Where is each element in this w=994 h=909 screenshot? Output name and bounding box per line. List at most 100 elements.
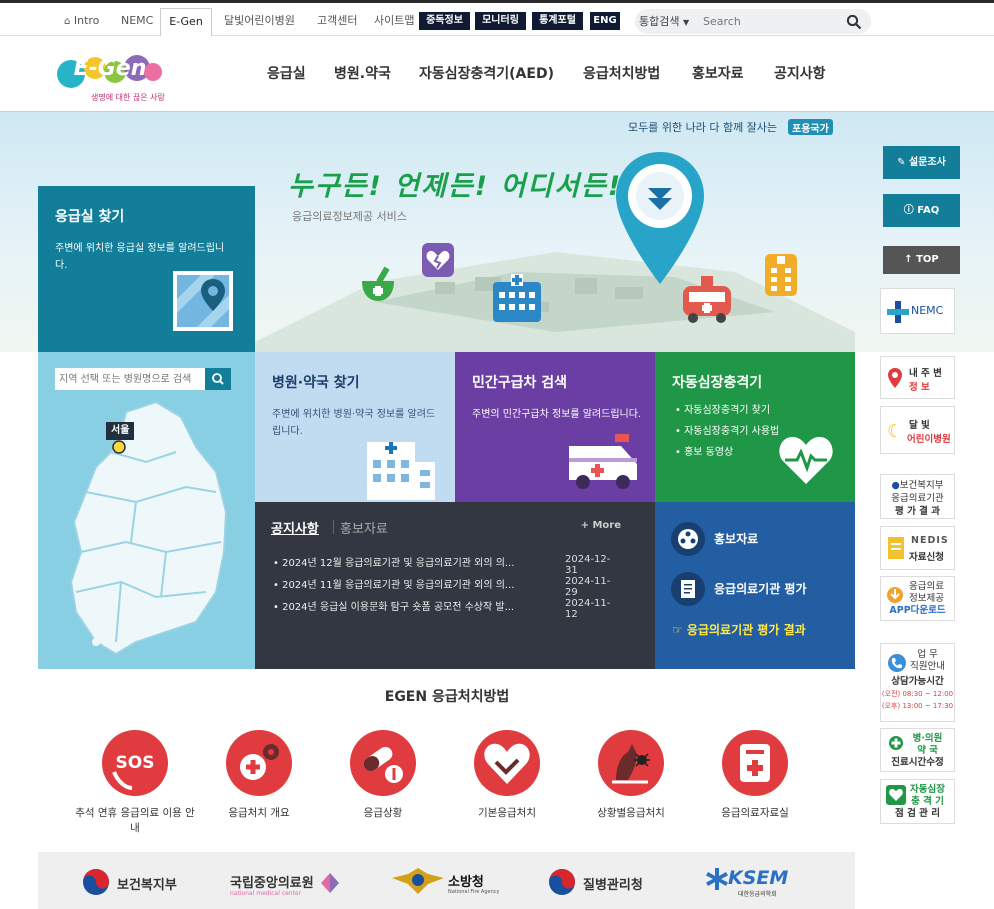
svg-text:SOS: SOS — [116, 753, 155, 773]
monitoring-button[interactable]: 모니터링 — [475, 12, 526, 30]
pharmacy-mortar-icon — [362, 266, 394, 301]
medical-cross-icon — [889, 736, 903, 750]
search-icon[interactable] — [846, 14, 862, 30]
tab-promotion[interactable]: 홍보자료 — [340, 518, 388, 537]
slogan-text: 모두를 위한 나라 다 함께 잘사는 — [628, 121, 778, 134]
slogan-badge: 포용국가 — [788, 119, 833, 135]
egen-logo[interactable]: E-Gen 생명에 대한 끊은 사랑 — [55, 50, 165, 106]
intro-link[interactable]: ⌂ Intro — [64, 11, 99, 39]
home-icon: ⌂ — [64, 16, 71, 27]
kdca-logo[interactable]: 질병관리청 — [548, 868, 643, 899]
heart-pulse-icon — [886, 785, 906, 805]
aed-find-link[interactable]: • 자동심장충격기 찾기 — [675, 400, 779, 421]
fire-emblem-icon — [392, 868, 444, 894]
hospital-building-icon — [493, 274, 541, 322]
rail-nearby-info[interactable]: 내 주 변 정 보 — [880, 356, 955, 399]
aed-video-link[interactable]: • 홍보 동영상 — [675, 442, 779, 463]
rail-app-download[interactable]: 응급의료 정보제공 APP다운로드 — [880, 576, 955, 621]
rail-staff-info[interactable]: 업 무 직원안내 상담가능시간 (오전) 08:30 ~ 12:00 (오후) … — [880, 643, 955, 722]
ksem-logo[interactable]: KSEM 대한응급의학회 — [706, 866, 788, 898]
map-pin-icon — [173, 271, 233, 331]
first-aid-basic[interactable]: 기본응급처치 — [447, 730, 567, 821]
aed-title: 자동심장충격기 — [672, 375, 763, 391]
stats-portal-button[interactable]: 통계포털 — [532, 12, 583, 30]
sos-phone-icon: SOS — [102, 730, 168, 796]
nav-hospital[interactable]: 병원.약국 — [334, 63, 391, 83]
pill-capsule-icon — [350, 730, 416, 796]
nav-first-aid[interactable]: 응급처치방법 — [583, 63, 660, 83]
nav-er[interactable]: 응급실 — [267, 63, 306, 83]
tab-notice[interactable]: 공지사항 — [271, 518, 319, 537]
eng-button[interactable]: ENG — [590, 12, 620, 30]
sitemap-link[interactable]: 사이트맵 — [374, 11, 414, 39]
search-bar: 통합검색 ▼ — [635, 9, 871, 34]
first-aid-library[interactable]: 응급의료자료실 — [695, 730, 815, 821]
find-hospital-tile[interactable]: 병원·약국 찾기 주변에 위치한 병원·약국 정보를 알려드립니다. — [255, 352, 455, 502]
rail-evaluation-result[interactable]: ●보건복지부 응급의료기관 평 가 결 과 — [880, 474, 955, 519]
edit-icon: ✎ — [897, 157, 906, 168]
notice-title: • 2024년 11월 응급의료기관 및 응급의료기관 외의 의... — [273, 580, 515, 591]
more-link[interactable]: + More — [581, 520, 621, 531]
aed-howto-link[interactable]: • 자동심장충격기 사용법 — [675, 421, 779, 442]
search-scope-select[interactable]: 통합검색 ▼ — [639, 9, 689, 35]
mohw-logo[interactable]: 보건복지부 — [82, 868, 177, 899]
site-header: E-Gen 생명에 대한 끊은 사랑 응급실 병원.약국 자동심장충격기(AED… — [0, 36, 994, 112]
search-input[interactable] — [703, 12, 833, 31]
notice-date: 2024-11-12 — [565, 598, 611, 620]
rail-hours-edit[interactable]: 병·의원 약 국 진료시간수정 — [880, 728, 955, 772]
private-ambulance-tile[interactable]: 민간구급차 검색 주변의 민간구급차 정보를 알려드립니다. — [455, 352, 655, 502]
first-aid-title: EGEN 응급처치방법 — [384, 689, 510, 705]
region-search-input[interactable] — [55, 368, 205, 390]
hero-subtitle: 응급의료정보제공 서비스 — [292, 210, 407, 223]
nav-aed[interactable]: 자동심장충격기(AED) — [419, 63, 554, 83]
gear-cross-icon — [226, 730, 292, 796]
top-button[interactable]: ↑ TOP — [883, 246, 960, 274]
notice-board: 공지사항 홍보자료 + More • 2024년 12월 응급의료기관 및 응급… — [255, 502, 655, 669]
nav-promotion[interactable]: 홍보자료 — [692, 63, 744, 83]
download-icon — [887, 587, 903, 603]
search-icon — [212, 373, 224, 385]
nemc-link[interactable]: NEMC — [121, 11, 153, 39]
tab-divider — [333, 520, 334, 534]
film-reel-icon — [671, 522, 705, 556]
rail-moonlight-hospital[interactable]: ☾ 달 빛 어린이병원 — [880, 406, 955, 454]
nemc-logo-icon — [887, 301, 909, 323]
moon-icon: ☾ — [887, 421, 904, 442]
utility-bar: ⌂ Intro NEMC E-Gen 달빛어린이병원 고객센터 사이트맵 중독정… — [0, 0, 994, 40]
fire-agency-logo[interactable]: 소방청 National Fire Agency — [390, 868, 499, 897]
rail-nemc[interactable]: NEMC — [880, 288, 955, 334]
poison-info-button[interactable]: 중독정보 — [419, 12, 470, 30]
customer-center-link[interactable]: 고객센터 — [317, 11, 357, 39]
faq-button[interactable]: ⓘ FAQ — [883, 194, 960, 227]
survey-button[interactable]: ✎ 설문조사 — [883, 146, 960, 179]
nav-notice[interactable]: 공지사항 — [774, 63, 826, 83]
aed-tile[interactable]: 자동심장충격기 • 자동심장충격기 찾기 • 자동심장충격기 사용법 • 홍보 … — [655, 352, 855, 502]
find-hospital-title: 병원·약국 찾기 — [272, 375, 360, 391]
region-label-seoul: 서울 — [106, 422, 135, 440]
rail-nedis[interactable]: NEDIS 자료신청 — [880, 526, 955, 570]
building-icon — [765, 254, 797, 296]
promo-materials-link[interactable]: 홍보자료 — [714, 530, 758, 547]
document-icon — [888, 537, 904, 559]
first-aid-situational[interactable]: 상황별응급처치 — [571, 730, 691, 821]
location-pin-icon — [616, 152, 704, 284]
er-evaluation-link[interactable]: 응급의료기관 평가 — [714, 580, 807, 597]
region-search-button[interactable] — [205, 368, 231, 390]
caret-down-icon: ▼ — [682, 18, 690, 27]
star-of-life-icon — [706, 868, 728, 890]
hospital-icon — [367, 442, 435, 500]
find-er-tile[interactable]: 응급실 찾기 주변에 위치한 응급실 정보를 알려드립니다. — [38, 186, 255, 360]
korea-map[interactable] — [66, 392, 236, 662]
map-search-bar — [55, 368, 231, 390]
moonlight-link[interactable]: 달빛어린이병원 — [224, 11, 295, 39]
taegeuk-icon: ● — [891, 480, 900, 491]
taegeuk-icon — [549, 869, 575, 895]
notice-date: 2024-11-29 — [565, 576, 611, 598]
first-aid-holiday[interactable]: SOS 추석 연휴 응급의료 이용 안내 — [75, 730, 195, 836]
first-aid-overview[interactable]: 응급처치 개요 — [199, 730, 319, 821]
notice-title: • 2024년 응급실 이용문화 탐구 숏폼 공모전 수상작 발... — [273, 602, 515, 613]
first-aid-emergency[interactable]: 응급상황 — [323, 730, 443, 821]
notice-title: • 2024년 12월 응급의료기관 및 응급의료기관 외의 의... — [273, 558, 515, 569]
er-evaluation-result-link[interactable]: ☞ 응급의료기관 평가 결과 — [672, 621, 806, 638]
rail-aed-inspection[interactable]: 자동심장 충 격 기 점 검 관 리 — [880, 779, 955, 824]
